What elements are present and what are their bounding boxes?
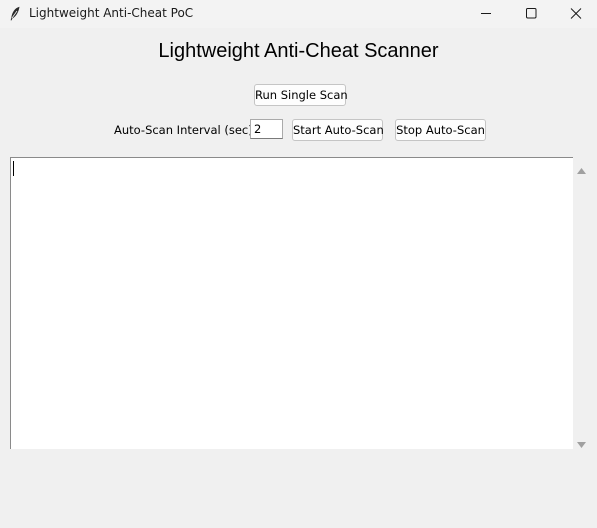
title-bar[interactable]: Lightweight Anti-Cheat PoC [0, 0, 597, 28]
minimize-button[interactable] [463, 0, 509, 28]
feather-icon [9, 6, 21, 21]
scroll-up-arrow-icon[interactable] [576, 161, 587, 174]
vertical-scrollbar[interactable] [573, 157, 590, 449]
minimize-icon [481, 13, 491, 14]
maximize-button[interactable] [508, 0, 554, 28]
text-cursor [13, 161, 14, 176]
stop-auto-scan-button[interactable]: Stop Auto-Scan [395, 119, 486, 141]
app-window: Lightweight Anti-Cheat PoC Lightweight A… [0, 0, 597, 528]
scroll-down-arrow-icon[interactable] [576, 435, 587, 448]
interval-input[interactable]: 2 [250, 119, 283, 139]
interval-label: Auto-Scan Interval (sec): [114, 123, 257, 137]
run-single-scan-button[interactable]: Run Single Scan [254, 84, 348, 106]
start-auto-scan-button[interactable]: Start Auto-Scan [292, 119, 384, 141]
window-title: Lightweight Anti-Cheat PoC [29, 6, 194, 20]
maximize-icon [526, 8, 537, 19]
log-text-area[interactable] [10, 157, 573, 449]
close-icon [570, 8, 582, 19]
page-title: Lightweight Anti-Cheat Scanner [158, 40, 439, 62]
close-button[interactable] [553, 0, 597, 28]
